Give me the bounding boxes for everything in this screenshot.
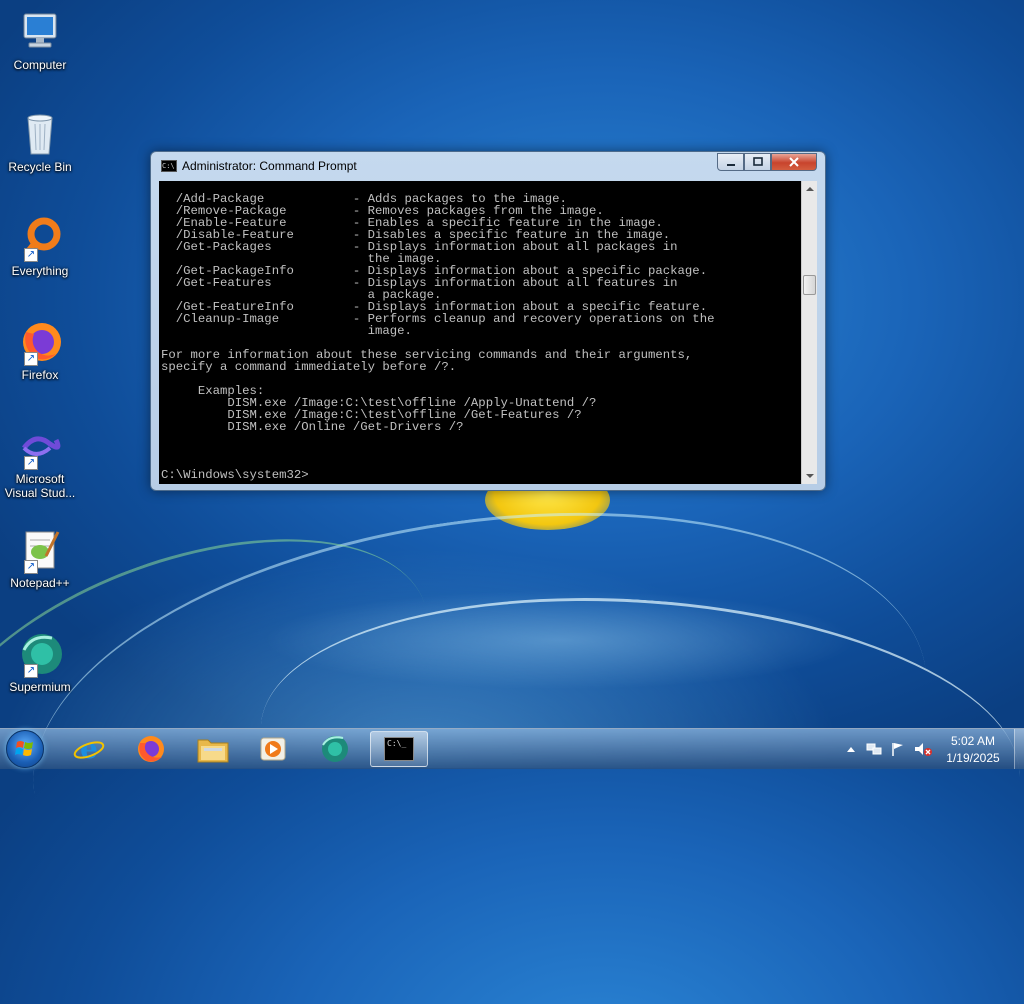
taskbar-command-prompt[interactable]: C:\_ [370,731,428,767]
action-center-tray-button[interactable] [890,741,906,757]
firefox-icon: ↗ [16,318,64,366]
desktop-icon-label: Recycle Bin [8,160,72,174]
command-prompt-icon: C:\ [161,160,177,172]
close-button[interactable] [771,153,817,171]
windows-logo-icon [15,741,33,756]
close-icon [789,157,799,167]
desktop-icon-label: Microsoft Visual Stud... [4,472,76,500]
network-icon [866,743,882,755]
chevron-up-icon [847,747,855,752]
maximize-icon [752,157,763,166]
desktop-icon-recycle-bin[interactable]: Recycle Bin [4,110,76,174]
window-titlebar[interactable]: C:\ Administrator: Command Prompt [151,152,825,180]
console-output[interactable]: /Add-Package - Adds packages to the imag… [159,181,809,484]
desktop-icon-notepadpp[interactable]: ↗ Notepad++ [4,526,76,590]
taskbar-file-explorer[interactable] [186,731,240,767]
volume-muted-icon [915,743,932,756]
shortcut-arrow-icon: ↗ [24,456,38,470]
scrollbar-thumb[interactable] [803,275,816,295]
desktop-icon-label: Everything [11,264,69,278]
command-prompt-window[interactable]: C:\ Administrator: Command Prompt /Add-P… [150,151,826,491]
network-tray-button[interactable] [866,741,882,757]
minimize-icon [726,164,735,166]
desktop-icon-computer[interactable]: Computer [4,8,76,72]
supermium-icon [322,736,348,762]
command-prompt-icon: C:\_ [384,737,414,761]
everything-icon: ↗ [16,214,64,262]
show-desktop-button[interactable] [1014,729,1024,769]
volume-tray-button[interactable] [914,741,932,757]
console-text: /Add-Package - Adds packages to the imag… [161,192,715,482]
scroll-up-button[interactable] [802,181,818,197]
taskbar-clock[interactable]: 5:02 AM 1/19/2025 [934,733,1012,767]
chevron-up-icon [806,187,814,191]
internet-explorer-icon: e [73,733,105,765]
computer-icon [16,8,64,56]
start-button[interactable] [6,730,44,768]
recycle-bin-icon [16,110,64,158]
supermium-icon: ↗ [16,630,64,678]
taskbar-internet-explorer[interactable]: e [62,731,116,767]
clock-time: 5:02 AM [950,734,996,748]
desktop-icon-visual-studio[interactable]: ↗ Microsoft Visual Stud... [4,422,76,500]
visual-studio-icon: ↗ [16,422,64,470]
taskbar-firefox[interactable] [124,731,178,767]
window-controls [717,153,817,171]
shortcut-arrow-icon: ↗ [24,664,38,678]
taskbar-media-player[interactable] [246,731,300,767]
media-player-icon [260,737,286,761]
taskbar-supermium[interactable] [308,731,362,767]
clock-date: 1/19/2025 [946,751,1000,765]
notepadpp-icon: ↗ [16,526,64,574]
desktop-icon-label: Computer [13,58,67,72]
minimize-button[interactable] [717,153,744,171]
taskbar: e C:\_ 5:02 AM 1/19/2025 [0,728,1024,769]
svg-text:e: e [80,733,98,765]
shortcut-arrow-icon: ↗ [24,248,38,262]
desktop-icon-everything[interactable]: ↗ Everything [4,214,76,278]
chevron-down-icon [806,474,814,478]
flag-icon [892,743,903,756]
vertical-scrollbar[interactable] [801,181,817,484]
maximize-button[interactable] [744,153,771,171]
desktop-icon-label: Firefox [21,368,59,382]
folder-icon [197,739,229,763]
firefox-icon [138,736,164,762]
show-hidden-icons-button[interactable] [843,741,859,757]
shortcut-arrow-icon: ↗ [24,560,38,574]
desktop-icon-firefox[interactable]: ↗ Firefox [4,318,76,382]
shortcut-arrow-icon: ↗ [24,352,38,366]
desktop-icon-label: Notepad++ [10,576,70,590]
desktop-icon-label: Supermium [9,680,71,694]
desktop-icon-supermium[interactable]: ↗ Supermium [4,630,76,694]
scroll-down-button[interactable] [802,468,818,484]
window-title: Administrator: Command Prompt [182,159,357,173]
